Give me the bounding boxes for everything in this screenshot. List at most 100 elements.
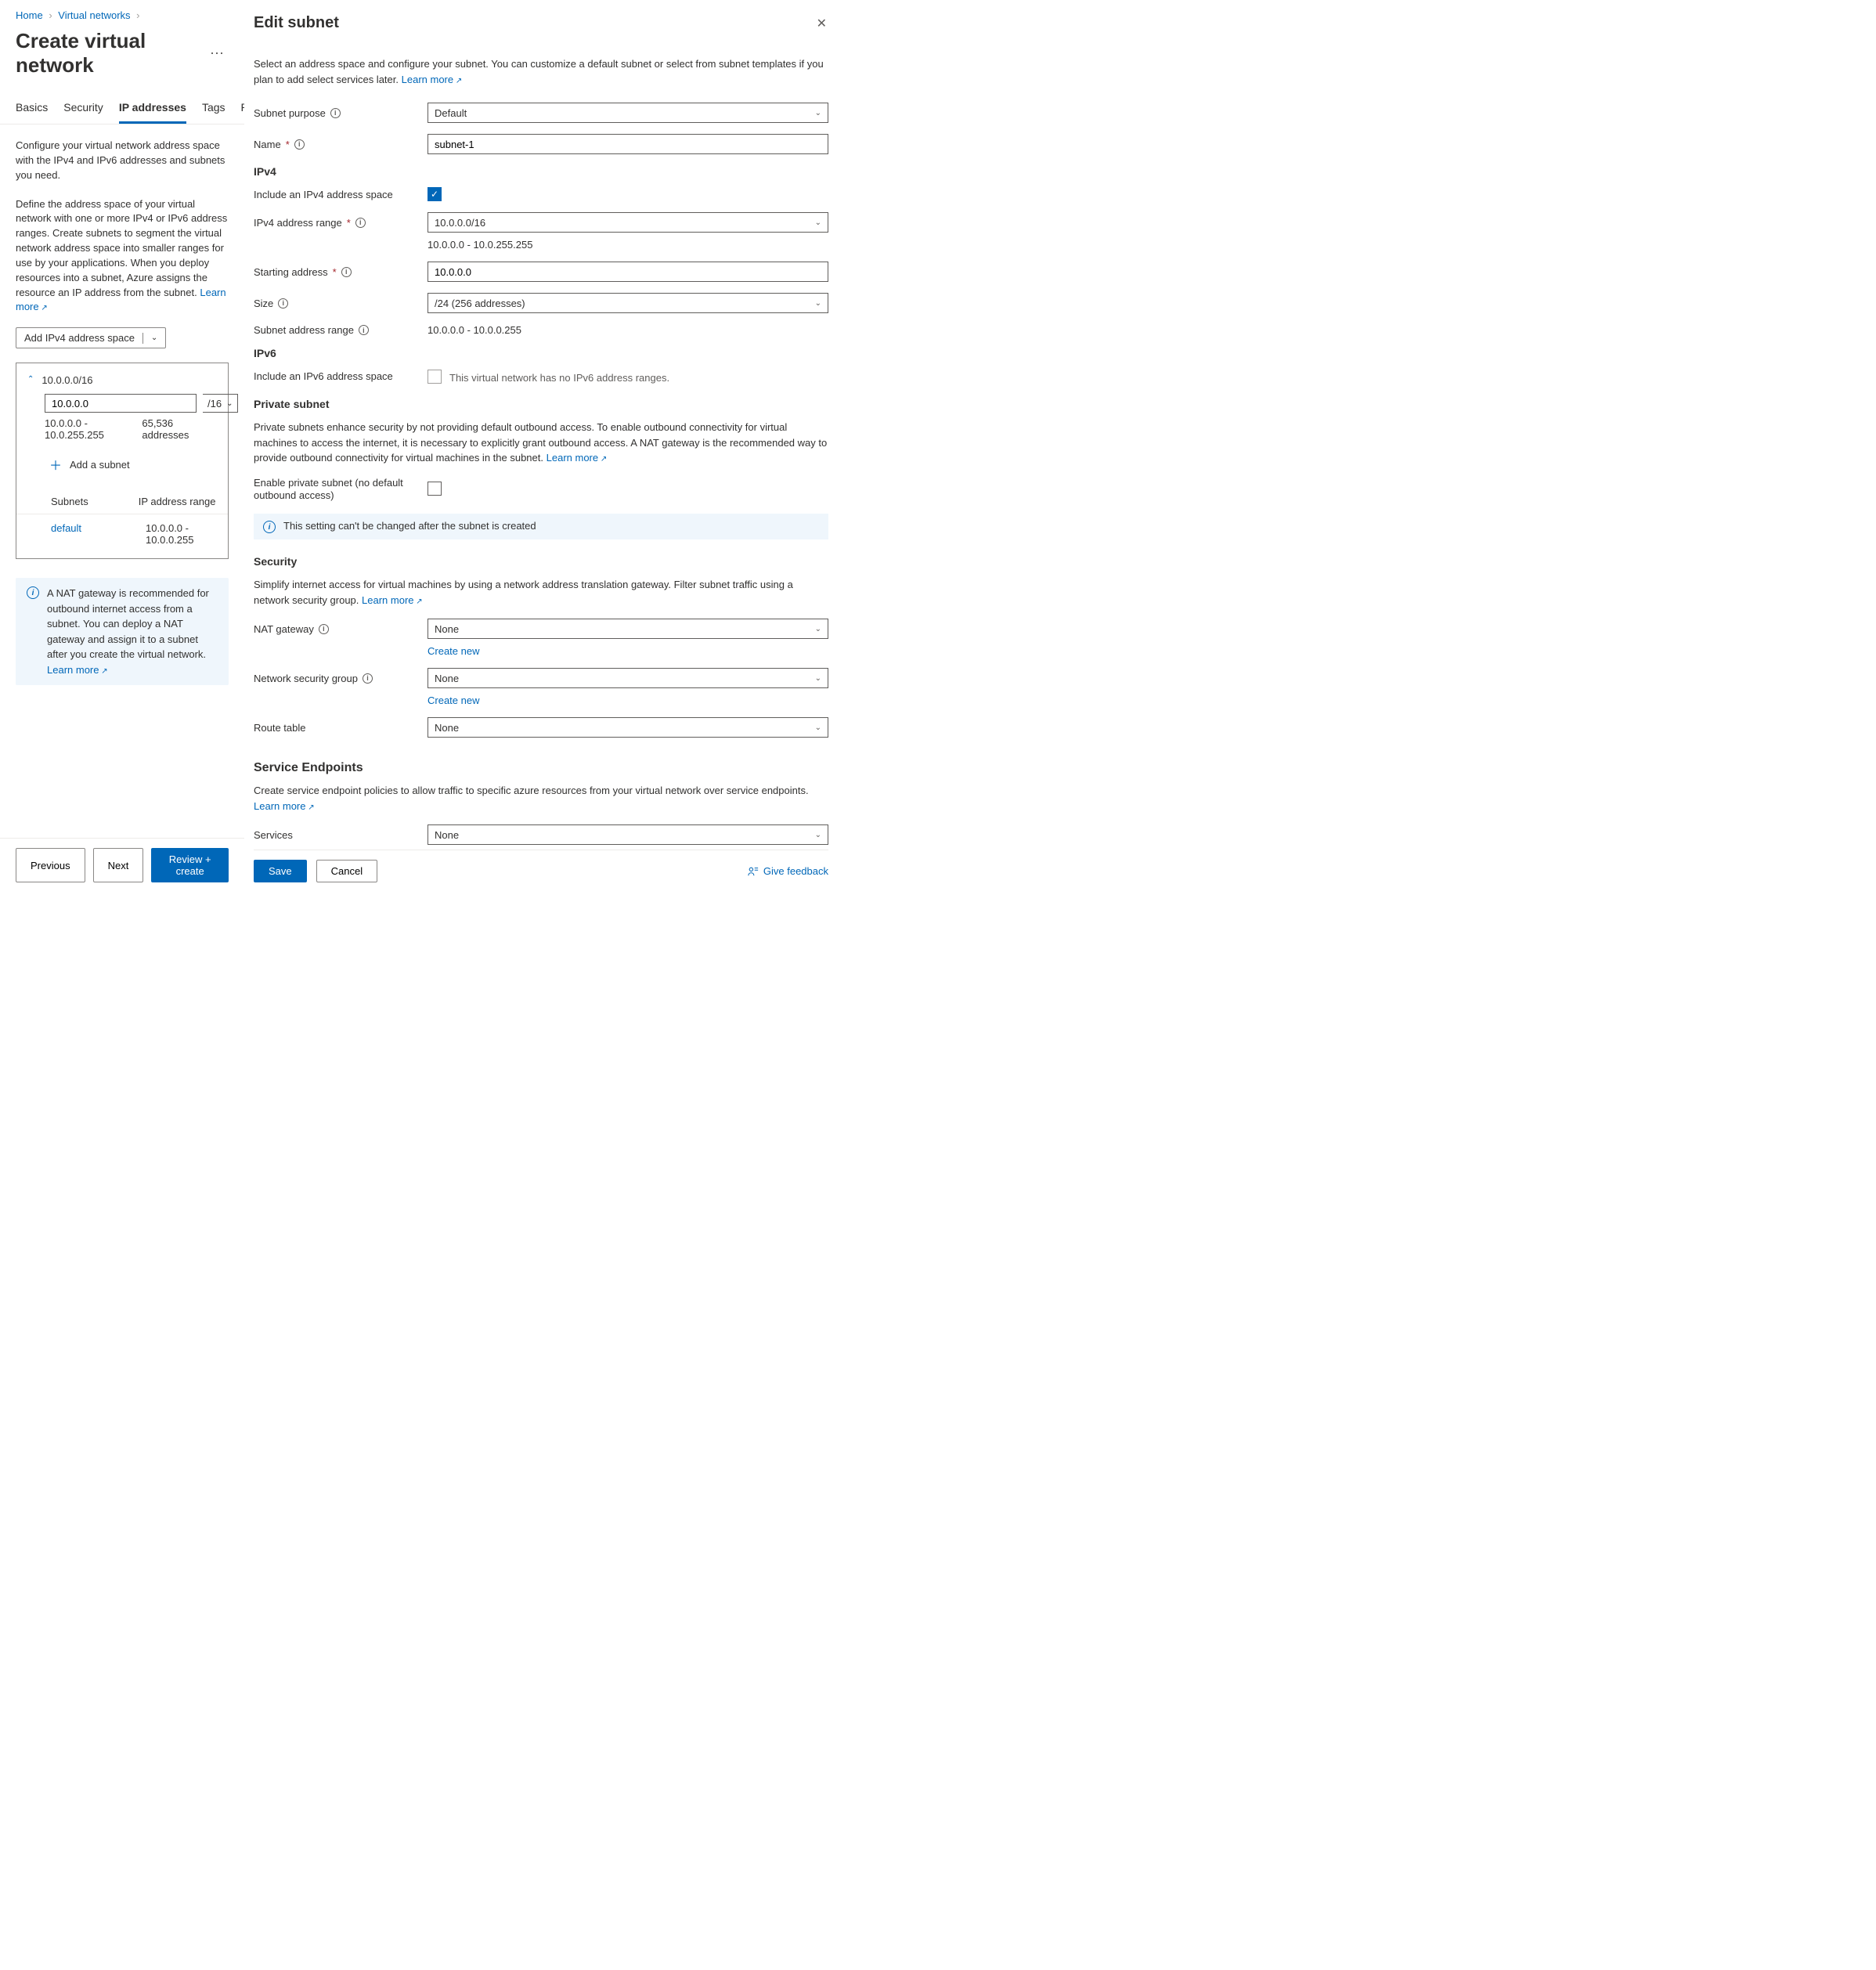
chevron-right-icon: › [49, 9, 52, 21]
address-space-title: 10.0.0.0/16 [41, 374, 92, 386]
label-name: Name [254, 139, 281, 150]
create-nat-link[interactable]: Create new [428, 645, 828, 657]
desc-line-1: Configure your virtual network address s… [16, 139, 229, 183]
info-icon[interactable]: i [294, 139, 305, 150]
subnet-range-text: 10.0.0.0 - 10.0.0.255 [146, 522, 217, 546]
chevron-down-icon: ⌄ [815, 831, 821, 839]
label-subnet-purpose: Subnet purpose [254, 107, 326, 119]
info-icon[interactable]: i [359, 325, 369, 335]
label-starting-address: Starting address [254, 266, 328, 278]
create-nsg-link[interactable]: Create new [428, 695, 828, 706]
learn-more-link[interactable]: Learn more [47, 664, 108, 676]
label-nsg: Network security group [254, 673, 358, 684]
address-space-input[interactable] [45, 394, 197, 413]
private-subnet-desc: Private subnets enhance security by not … [254, 420, 828, 466]
cancel-button[interactable]: Cancel [316, 860, 377, 882]
add-subnet-button[interactable]: ＋ Add a subnet [16, 441, 228, 482]
address-range-text: 10.0.0.0 - 10.0.255.255 [45, 417, 142, 441]
info-icon[interactable]: i [319, 624, 329, 634]
tabs: Basics Security IP addresses Tags Review… [16, 98, 229, 124]
give-feedback-link[interactable]: Give feedback [748, 865, 828, 877]
review-create-button[interactable]: Review + create [151, 848, 229, 882]
chevron-down-icon: ⌄ [815, 299, 821, 308]
label-services: Services [254, 829, 293, 841]
tab-ip-addresses[interactable]: IP addresses [119, 98, 186, 124]
panel-footer: Save Cancel Give feedback [254, 850, 828, 892]
add-ipv4-space-button[interactable]: Add IPv4 address space ⌄ [16, 327, 166, 348]
close-icon[interactable]: ✕ [815, 14, 828, 33]
chevron-down-icon: ⌄ [815, 625, 821, 633]
col-subnets: Subnets [51, 496, 88, 507]
label-size: Size [254, 298, 273, 309]
size-select[interactable]: /24 (256 addresses)⌄ [428, 293, 828, 313]
address-count-text: 65,536 addresses [142, 417, 217, 441]
subnet-name-input[interactable] [428, 134, 828, 154]
info-icon[interactable]: i [278, 298, 288, 308]
enable-private-checkbox[interactable] [428, 482, 442, 496]
chevron-down-icon: ⌄ [815, 723, 821, 732]
private-subnet-info: i This setting can't be changed after th… [254, 514, 828, 539]
breadcrumb: Home › Virtual networks › [16, 9, 229, 24]
ipv4-range-hint: 10.0.0.0 - 10.0.255.255 [428, 239, 828, 251]
info-icon: i [263, 521, 276, 533]
address-space-card: ⌃ 10.0.0.0/16 /16⌄ 10.0.0.0 - 10.0.255.2… [16, 363, 229, 559]
label-include-ipv4: Include an IPv4 address space [254, 189, 393, 200]
col-ip-range: IP address range [139, 496, 216, 507]
wizard-footer: Previous Next Review + create [0, 838, 244, 892]
label-subnet-range: Subnet address range [254, 324, 354, 336]
panel-description: Select an address space and configure yo… [254, 56, 828, 87]
nsg-select[interactable]: None⌄ [428, 668, 828, 688]
endpoints-desc: Create service endpoint policies to allo… [254, 783, 828, 814]
breadcrumb-home[interactable]: Home [16, 9, 43, 21]
chevron-down-icon: ⌄ [151, 334, 157, 342]
learn-more-link[interactable]: Learn more [402, 74, 463, 85]
route-table-select[interactable]: None⌄ [428, 717, 828, 738]
plus-icon: ＋ [49, 455, 62, 474]
info-icon: i [27, 586, 39, 599]
include-ipv4-checkbox[interactable]: ✓ [428, 187, 442, 201]
chevron-up-icon[interactable]: ⌃ [27, 375, 34, 384]
info-icon[interactable]: i [363, 673, 373, 684]
section-ipv4: IPv4 [254, 165, 828, 178]
security-desc: Simplify internet access for virtual mac… [254, 577, 828, 608]
label-ipv4-range: IPv4 address range [254, 217, 342, 229]
starting-address-input[interactable] [428, 262, 828, 282]
chevron-down-icon: ⌄ [815, 218, 821, 227]
include-ipv6-checkbox [428, 370, 442, 384]
previous-button[interactable]: Previous [16, 848, 85, 882]
breadcrumb-vnets[interactable]: Virtual networks [58, 9, 130, 21]
subnet-range-value: 10.0.0.0 - 10.0.0.255 [428, 324, 828, 336]
more-menu-icon[interactable]: ⋯ [205, 45, 229, 62]
panel-title: Edit subnet [254, 14, 339, 32]
label-nat-gateway: NAT gateway [254, 623, 314, 635]
services-select[interactable]: None⌄ [428, 824, 828, 845]
subnet-link-default[interactable]: default [51, 522, 81, 546]
info-icon[interactable]: i [355, 218, 366, 228]
tab-security[interactable]: Security [63, 98, 103, 124]
page-title: Create virtual network [16, 29, 196, 78]
label-include-ipv6: Include an IPv6 address space [254, 370, 393, 382]
section-private-subnet: Private subnet [254, 398, 828, 410]
learn-more-link[interactable]: Learn more [362, 594, 423, 606]
section-security: Security [254, 555, 828, 568]
nat-gateway-select[interactable]: None⌄ [428, 619, 828, 639]
chevron-down-icon: ⌄ [815, 674, 821, 683]
save-button[interactable]: Save [254, 860, 307, 882]
info-icon[interactable]: i [330, 108, 341, 118]
subnet-purpose-select[interactable]: Default⌄ [428, 103, 828, 123]
next-button[interactable]: Next [93, 848, 144, 882]
label-enable-private: Enable private subnet (no default outbou… [254, 477, 428, 503]
tab-basics[interactable]: Basics [16, 98, 48, 124]
info-icon[interactable]: i [341, 267, 352, 277]
section-ipv6: IPv6 [254, 347, 828, 359]
table-row: default 10.0.0.0 - 10.0.0.255 [16, 514, 228, 554]
chevron-right-icon: › [136, 9, 139, 21]
tab-tags[interactable]: Tags [202, 98, 225, 124]
address-space-prefix-select[interactable]: /16⌄ [203, 394, 238, 413]
ipv6-disabled-hint: This virtual network has no IPv6 address… [449, 372, 669, 384]
nat-info-banner: i A NAT gateway is recommended for outbo… [16, 578, 229, 685]
ipv4-range-select[interactable]: 10.0.0.0/16⌄ [428, 212, 828, 233]
learn-more-link[interactable]: Learn more [547, 452, 608, 464]
feedback-icon [748, 866, 759, 877]
learn-more-link[interactable]: Learn more [254, 800, 315, 812]
